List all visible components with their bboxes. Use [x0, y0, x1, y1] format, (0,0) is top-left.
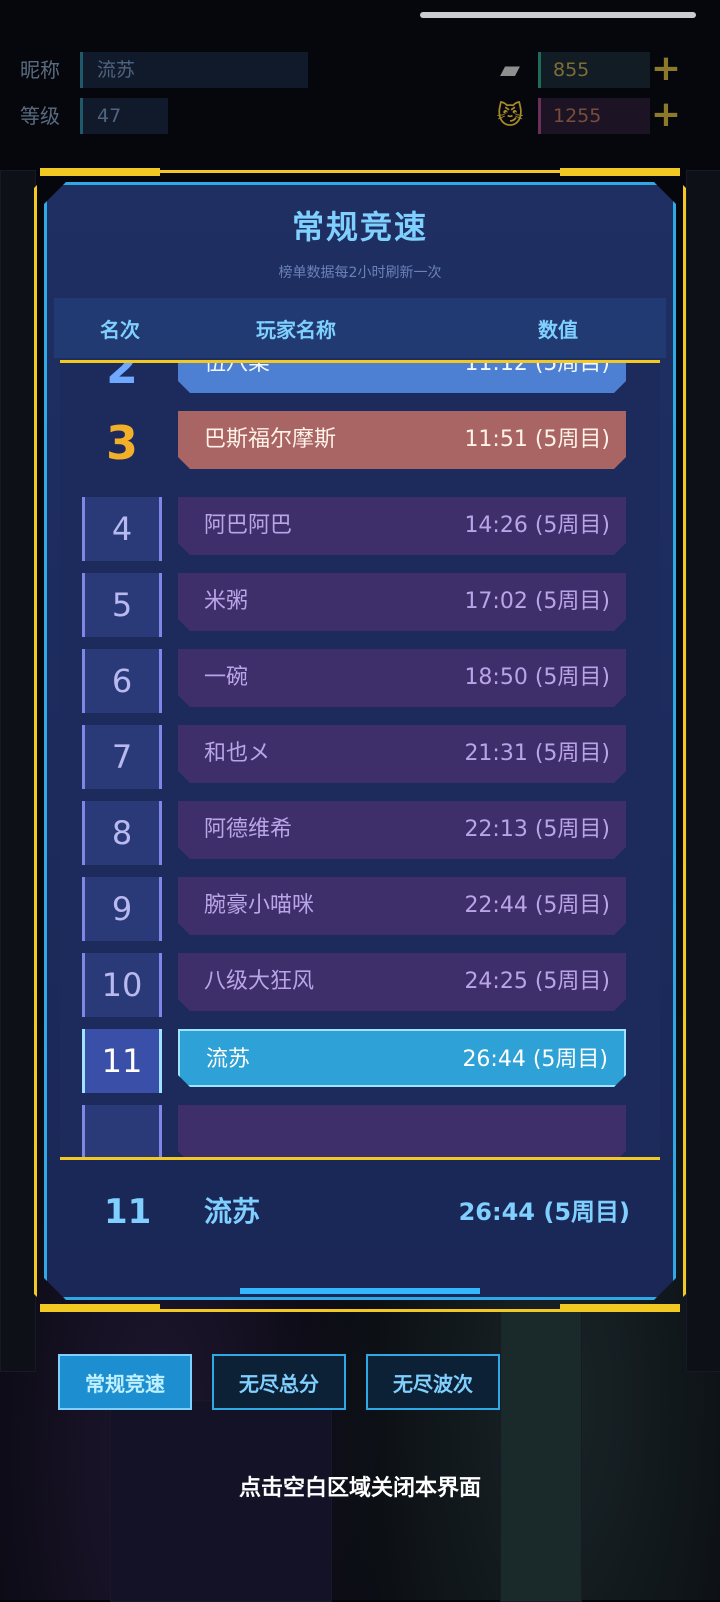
leaderboard-list[interactable]: 2 伍八柒 11:12 (5周目) 3 巴斯福尔摩斯 11:51 (5周目) 4 阿巴阿巴 14… — [60, 360, 660, 1160]
my-value: 26:44 (5周目) — [458, 1198, 630, 1226]
my-rank: 11 — [104, 1192, 152, 1232]
close-hint: 点击空白区域关闭本界面 — [238, 1476, 481, 1501]
column-header-name: 玩家名称 — [256, 318, 336, 342]
player-name: 腕豪小喵咪 — [204, 893, 315, 918]
my-name: 流苏 — [204, 1195, 261, 1228]
player-score: 17:02 (5周目) — [464, 589, 610, 614]
panel-title: 常规竞速 — [291, 208, 428, 246]
player-name: 一碗 — [204, 665, 249, 690]
rank-number: 7 — [82, 725, 162, 789]
player-name: 和也メ — [204, 741, 271, 766]
frame-deco — [560, 1304, 680, 1312]
player-name: 流苏 — [206, 1047, 251, 1072]
leaderboard-row[interactable]: 2 伍八柒 11:12 (5周目) — [60, 360, 660, 399]
player-name: 米粥 — [204, 589, 249, 614]
frame-deco — [560, 168, 680, 176]
leaderboard-row-peek — [60, 1105, 660, 1160]
rank-badge-silver: 2 — [105, 360, 138, 394]
player-entry-bar: 伍八柒 11:12 (5周目) — [178, 360, 626, 393]
level-value: 47 — [80, 98, 168, 134]
leaderboard-row[interactable]: 6 一碗 18:50 (5周目) — [60, 649, 660, 713]
player-score: 18:50 (5周目) — [464, 665, 610, 690]
player-name: 阿巴阿巴 — [204, 513, 293, 538]
background-tree — [500, 1310, 582, 1602]
leaderboard-row[interactable]: 8 阿德维希 22:13 (5周目) — [60, 801, 660, 865]
leaderboard-row[interactable]: 5 米粥 17:02 (5周目) — [60, 573, 660, 637]
cat-coin-count: 1255 — [538, 98, 650, 134]
cat-coin-icon: 😼 — [496, 101, 524, 131]
frame-deco — [40, 1304, 160, 1312]
player-entry-bar: 阿巴阿巴 14:26 (5周目) — [178, 497, 626, 555]
rank-number: 11 — [82, 1029, 162, 1093]
player-entry-bar: 一碗 18:50 (5周目) — [178, 649, 626, 707]
tab-endless-score[interactable]: 无尽总分 — [212, 1354, 346, 1410]
nickname-row: 昵称 流苏 ▰ 855 + — [0, 50, 720, 90]
tab-endless-waves[interactable]: 无尽波次 — [366, 1354, 500, 1410]
status-bar-indicator — [420, 12, 696, 18]
background-pillar — [686, 170, 720, 1372]
leaderboard-row[interactable]: 4 阿巴阿巴 14:26 (5周目) — [60, 497, 660, 561]
panel-subtitle: 榜单数据每2小时刷新一次 — [278, 265, 442, 281]
nickname-label: 昵称 — [20, 58, 60, 82]
player-entry-bar: 巴斯福尔摩斯 11:51 (5周目) — [178, 411, 626, 469]
tab-regular-race[interactable]: 常规竞速 — [58, 1354, 192, 1410]
player-score: 11:51 (5周目) — [464, 427, 610, 452]
player-score: 11:12 (5周目) — [464, 360, 610, 376]
player-entry-bar: 米粥 17:02 (5周目) — [178, 573, 626, 631]
rank-number: 4 — [82, 497, 162, 561]
frame-deco — [240, 1288, 480, 1294]
column-header-rank: 名次 — [100, 318, 140, 342]
player-entry-bar: 八级大狂风 24:25 (5周目) — [178, 953, 626, 1011]
player-name: 巴斯福尔摩斯 — [204, 427, 337, 452]
player-entry-bar: 阿德维希 22:13 (5周目) — [178, 801, 626, 859]
gem-icon: ▰ — [500, 55, 520, 85]
rank-number: 9 — [82, 877, 162, 941]
leaderboard-row[interactable]: 7 和也メ 21:31 (5周目) — [60, 725, 660, 789]
player-score: 26:44 (5周目) — [462, 1047, 608, 1072]
frame-deco — [40, 168, 160, 176]
rank-number — [82, 1105, 162, 1157]
background-pillar — [0, 170, 36, 1372]
player-entry-bar — [178, 1105, 626, 1160]
level-row: 等级 47 😼 1255 + — [0, 96, 720, 136]
gem-count: 855 — [538, 52, 650, 88]
gem-add-button[interactable]: + — [646, 50, 686, 90]
cat-coin-add-button[interactable]: + — [646, 96, 686, 136]
leaderboard-row[interactable]: 9 腕豪小喵咪 22:44 (5周目) — [60, 877, 660, 941]
player-entry-bar: 和也メ 21:31 (5周目) — [178, 725, 626, 783]
rank-number: 10 — [82, 953, 162, 1017]
player-name: 八级大狂风 — [204, 969, 315, 994]
leaderboard-row[interactable]: 3 巴斯福尔摩斯 11:51 (5周目) — [60, 411, 660, 475]
leaderboard-row[interactable]: 10 八级大狂风 24:25 (5周目) — [60, 953, 660, 1017]
player-score: 24:25 (5周目) — [464, 969, 610, 994]
column-header-value: 数值 — [538, 318, 578, 342]
level-label: 等级 — [20, 104, 60, 128]
nickname-value: 流苏 — [80, 52, 308, 88]
leaderboard-row[interactable]: 11 流苏 26:44 (5周目) — [60, 1029, 660, 1093]
player-name: 伍八柒 — [204, 360, 271, 376]
rank-number: 6 — [82, 649, 162, 713]
player-score: 22:44 (5周目) — [464, 893, 610, 918]
rank-number: 5 — [82, 573, 162, 637]
player-score: 22:13 (5周目) — [464, 817, 610, 842]
player-score: 14:26 (5周目) — [464, 513, 610, 538]
rank-badge-bronze: 3 — [105, 416, 138, 470]
player-name: 阿德维希 — [204, 817, 293, 842]
rank-number: 8 — [82, 801, 162, 865]
player-score: 21:31 (5周目) — [464, 741, 610, 766]
player-entry-bar: 流苏 26:44 (5周目) — [178, 1029, 626, 1087]
player-entry-bar: 腕豪小喵咪 22:44 (5周目) — [178, 877, 626, 935]
